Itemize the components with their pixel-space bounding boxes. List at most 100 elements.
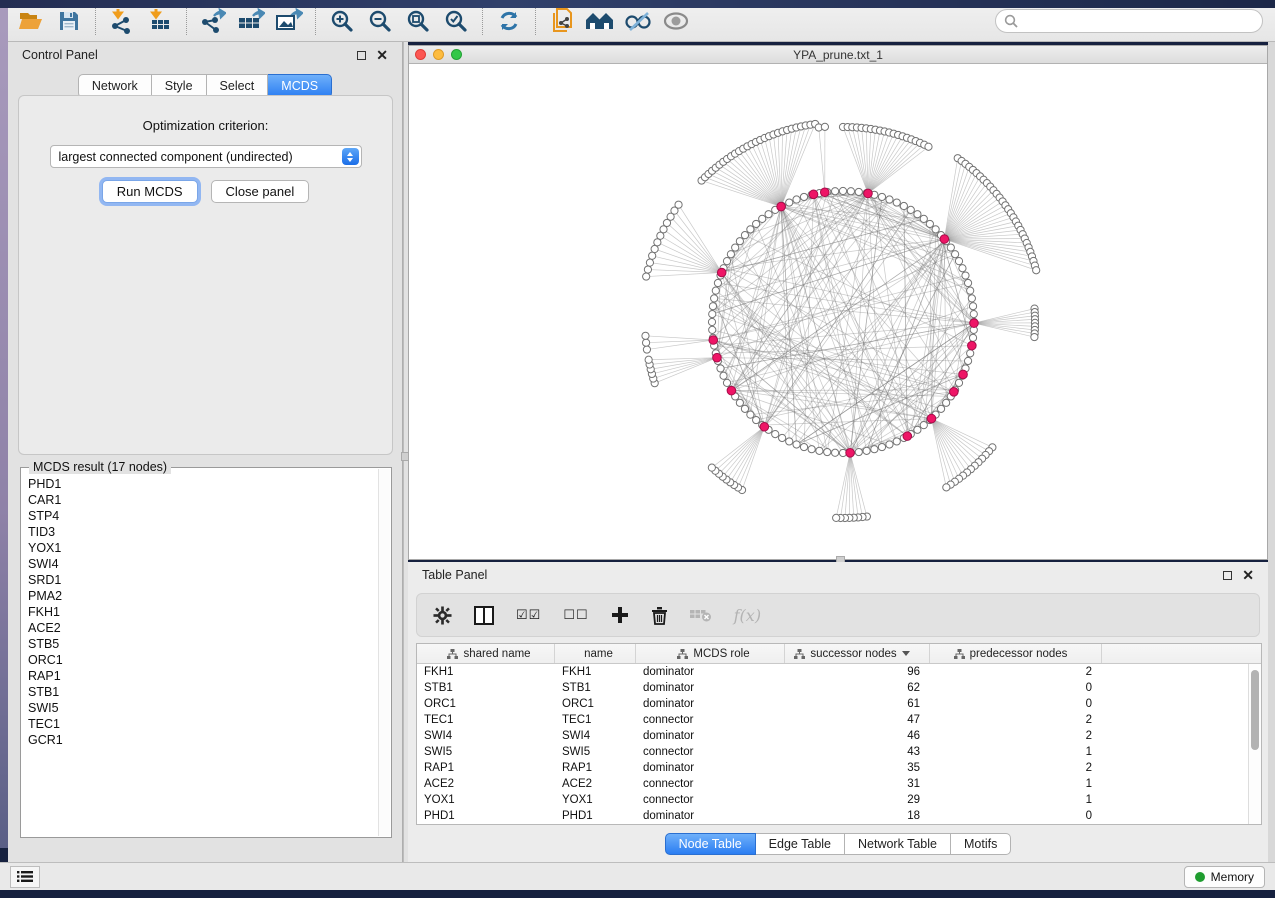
open-file-icon[interactable] — [14, 5, 48, 37]
table-cell[interactable]: YOX1 — [555, 792, 636, 808]
table-cell[interactable]: 62 — [785, 680, 930, 696]
table-row[interactable]: ACE2ACE2connector311 — [417, 776, 1248, 792]
mcds-result-item[interactable]: PHD1 — [28, 476, 378, 492]
import-table-icon[interactable] — [143, 5, 177, 37]
save-session-icon[interactable] — [52, 5, 86, 37]
tab-motifs[interactable]: Motifs — [951, 833, 1011, 855]
table-cell[interactable]: dominator — [636, 664, 785, 680]
houses-icon[interactable] — [583, 5, 617, 37]
zoom-in-icon[interactable] — [325, 5, 359, 37]
table-cell[interactable]: 2 — [930, 760, 1102, 776]
mcds-result-item[interactable]: TEC1 — [28, 716, 378, 732]
table-cell[interactable]: RAP1 — [555, 760, 636, 776]
table-cell[interactable]: dominator — [636, 760, 785, 776]
table-cell[interactable]: SWI5 — [417, 744, 555, 760]
network-canvas[interactable] — [409, 64, 1267, 559]
mcds-result-item[interactable]: CAR1 — [28, 492, 378, 508]
table-cell[interactable]: STB1 — [555, 680, 636, 696]
table-cell[interactable]: dominator — [636, 808, 785, 824]
table-cell[interactable]: 1 — [930, 776, 1102, 792]
table-cell[interactable]: RAP1 — [417, 760, 555, 776]
table-cell[interactable]: PHD1 — [555, 808, 636, 824]
mcds-result-item[interactable]: PMA2 — [28, 588, 378, 604]
table-row[interactable]: SWI4SWI4dominator462 — [417, 728, 1248, 744]
table-cell[interactable]: 2 — [930, 712, 1102, 728]
add-column-icon[interactable] — [611, 606, 629, 624]
table-row[interactable]: ORC1ORC1dominator610 — [417, 696, 1248, 712]
tab-network-table[interactable]: Network Table — [845, 833, 951, 855]
table-cell[interactable]: dominator — [636, 696, 785, 712]
import-network-icon[interactable] — [105, 5, 139, 37]
mcds-result-list[interactable]: PHD1CAR1STP4TID3YOX1SWI4SRD1PMA2FKH1ACE2… — [28, 476, 378, 835]
mcds-result-item[interactable]: ACE2 — [28, 620, 378, 636]
table-row[interactable]: FKH1FKH1dominator962 — [417, 664, 1248, 680]
table-row[interactable]: YOX1YOX1connector291 — [417, 792, 1248, 808]
table-cell[interactable]: 2 — [930, 664, 1102, 680]
column-header-name[interactable]: name — [555, 644, 636, 663]
table-cell[interactable]: 43 — [785, 744, 930, 760]
table-cell[interactable]: connector — [636, 744, 785, 760]
float-panel-icon[interactable] — [1223, 571, 1232, 580]
table-cell[interactable]: YOX1 — [417, 792, 555, 808]
tab-node-table[interactable]: Node Table — [665, 833, 756, 855]
table-row[interactable]: PHD1PHD1dominator180 — [417, 808, 1248, 824]
table-cell[interactable]: connector — [636, 712, 785, 728]
mcds-result-item[interactable]: STB1 — [28, 684, 378, 700]
mcds-result-item[interactable]: GCR1 — [28, 732, 378, 748]
table-cell[interactable]: 61 — [785, 696, 930, 712]
table-cell[interactable]: ACE2 — [555, 776, 636, 792]
table-cell[interactable]: FKH1 — [417, 664, 555, 680]
column-header-predecessor-nodes[interactable]: predecessor nodes — [930, 644, 1102, 663]
table-cell[interactable]: ACE2 — [417, 776, 555, 792]
float-panel-icon[interactable] — [357, 51, 366, 60]
table-cell[interactable]: ORC1 — [417, 696, 555, 712]
table-row[interactable]: TEC1TEC1connector472 — [417, 712, 1248, 728]
table-cell[interactable]: SWI4 — [555, 728, 636, 744]
close-panel-button[interactable]: Close panel — [211, 180, 310, 203]
function-builder-icon[interactable]: f(x) — [734, 606, 761, 625]
search-box[interactable] — [995, 9, 1263, 33]
zoom-selected-icon[interactable] — [439, 5, 473, 37]
table-cell[interactable]: SWI4 — [417, 728, 555, 744]
table-cell[interactable]: STB1 — [417, 680, 555, 696]
optimization-criterion-select[interactable]: largest connected component (undirected) — [50, 145, 362, 168]
table-cell[interactable]: ORC1 — [555, 696, 636, 712]
table-cell[interactable]: SWI5 — [555, 744, 636, 760]
table-row[interactable]: SWI5SWI5connector431 — [417, 744, 1248, 760]
table-row[interactable]: RAP1RAP1dominator352 — [417, 760, 1248, 776]
mcds-result-item[interactable]: STP4 — [28, 508, 378, 524]
table-cell[interactable]: TEC1 — [555, 712, 636, 728]
mcds-result-item[interactable]: ORC1 — [28, 652, 378, 668]
table-cell[interactable]: 29 — [785, 792, 930, 808]
table-cell[interactable]: dominator — [636, 728, 785, 744]
network-window-titlebar[interactable]: YPA_prune.txt_1 — [409, 46, 1267, 64]
memory-button[interactable]: Memory — [1184, 866, 1265, 888]
clone-network-icon[interactable] — [545, 5, 579, 37]
column-header-shared-name[interactable]: shared name — [417, 644, 555, 663]
close-panel-icon[interactable]: ✕ — [1242, 571, 1254, 580]
zoom-out-icon[interactable] — [363, 5, 397, 37]
close-panel-icon[interactable]: ✕ — [376, 51, 388, 60]
refresh-layout-icon[interactable] — [492, 5, 526, 37]
table-cell[interactable]: 35 — [785, 760, 930, 776]
deselect-all-icon[interactable]: ☐☐ — [563, 607, 588, 623]
table-cell[interactable]: 0 — [930, 808, 1102, 824]
table-cell[interactable]: dominator — [636, 680, 785, 696]
table-cell[interactable]: 47 — [785, 712, 930, 728]
hide-graphics-details-icon[interactable] — [621, 5, 655, 37]
tab-edge-table[interactable]: Edge Table — [756, 833, 845, 855]
table-cell[interactable]: 2 — [930, 728, 1102, 744]
table-settings-icon[interactable] — [433, 606, 452, 625]
column-header-mcds-role[interactable]: MCDS role — [636, 644, 785, 663]
mcds-result-item[interactable]: TID3 — [28, 524, 378, 540]
export-table-icon[interactable] — [234, 5, 268, 37]
delete-column-icon[interactable] — [651, 606, 668, 625]
show-task-history-button[interactable] — [10, 866, 40, 888]
mcds-result-item[interactable]: SWI4 — [28, 556, 378, 572]
mcds-result-item[interactable]: RAP1 — [28, 668, 378, 684]
export-network-icon[interactable] — [196, 5, 230, 37]
table-cell[interactable]: 46 — [785, 728, 930, 744]
table-cell[interactable]: 96 — [785, 664, 930, 680]
run-mcds-button[interactable]: Run MCDS — [102, 180, 198, 203]
table-cell[interactable]: 1 — [930, 744, 1102, 760]
